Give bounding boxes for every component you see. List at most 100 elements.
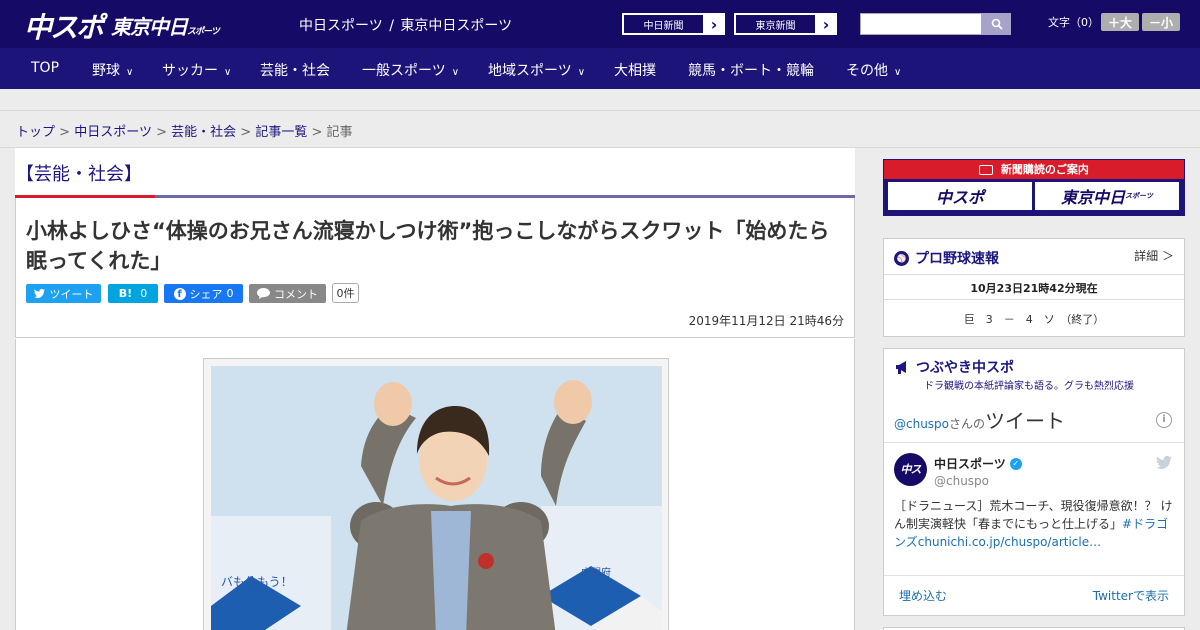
nav-item-label: 野球 <box>92 63 120 79</box>
speech-bubble-icon <box>257 288 270 299</box>
chevron-right-icon: › <box>822 14 830 34</box>
comment-button[interactable]: コメント <box>249 284 326 303</box>
svg-text:バも休もう！: バも休もう！ <box>221 575 293 589</box>
article-body: バも休もう！ 内閣府 内閣府 <box>15 339 855 630</box>
nav-item-label: 大相撲 <box>614 63 656 79</box>
tokyo-shimbun-label: 東京新聞 <box>735 14 816 34</box>
twitter-bird-icon <box>33 289 45 298</box>
tweet-item[interactable]: 中ス 中日スポーツ ✓ @chuspo ［ドラニュース］荒木コーチ、現役復帰意欲… <box>884 443 1184 573</box>
twitter-widget-subtitle: ドラ観戦の本紙評論家も語る。グラも熱烈応援 <box>924 381 1134 392</box>
font-bigger-button[interactable]: ＋大 <box>1101 13 1139 31</box>
tweet-author-handle[interactable]: @chuspo <box>934 474 989 488</box>
view-on-twitter-link[interactable]: Twitterで表示 <box>1093 587 1169 604</box>
hatena-count: 0 <box>140 287 148 300</box>
chunichi-shimbun-label: 中日新聞 <box>623 14 704 34</box>
tweet-label: ツイート <box>49 287 94 301</box>
nav-item-sumo[interactable]: 大相撲 <box>614 60 656 80</box>
subscribe-tokyo-chunichi-button[interactable]: 東京中日 スポーツ <box>1035 182 1179 210</box>
breadcrumb-top[interactable]: トップ <box>16 125 55 140</box>
site-link-separator: / <box>389 18 394 34</box>
hatena-bookmark-button[interactable]: B! 0 <box>108 284 158 303</box>
site-link-chunichi-sports[interactable]: 中日スポーツ <box>299 18 383 34</box>
baseball-widget-header: ⚾ プロ野球速報 <box>894 248 999 268</box>
search-button[interactable] <box>982 13 1011 35</box>
newspaper-icon <box>979 165 994 175</box>
facebook-share-count: 0 <box>226 287 234 300</box>
twitter-widget-header: つぶやき中スポ <box>894 357 1014 377</box>
chunichi-shimbun-button[interactable]: 中日新聞 › <box>622 13 725 35</box>
font-size-label: 文字（0） <box>1048 16 1099 29</box>
twitter-widget-title: つぶやき中スポ <box>916 360 1014 376</box>
tweet-text: ［ドラニュース］荒木コーチ、現役復帰意欲！？ けん制実演軽快「春までにもっと仕上… <box>894 497 1176 551</box>
article-date: 2019年11月12日 21時46分 <box>688 314 844 328</box>
main-nav: TOP 野球 ∨ サッカー ∨ 芸能・社会 一般スポーツ ∨ 地域スポーツ ∨ 大相撲 … <box>0 48 1200 89</box>
svg-text:内閣府: 内閣府 <box>581 566 611 579</box>
breadcrumb-entertainment[interactable]: 芸能・社会 <box>171 125 236 140</box>
subscription-buttons: 中スポ 東京中日 スポーツ <box>884 179 1184 215</box>
embed-link[interactable]: 埋め込む <box>899 587 947 604</box>
twitter-handle-link[interactable]: @chuspo <box>894 417 949 431</box>
article-photo[interactable]: バも休もう！ 内閣府 内閣府 <box>211 366 662 630</box>
main-column: 【芸能・社会】 小林よしひさ“体操のお兄さん流寝かしつけ術”抱っこしながらスクワ… <box>15 148 855 630</box>
baseball-detail-link[interactable]: 詳細 ＞ <box>1134 247 1174 264</box>
article-header: 小林よしひさ“体操のお兄さん流寝かしつけ術”抱っこしながらスクワット「始めたら眠… <box>15 198 855 338</box>
baseball-score-widget: ⚾ プロ野球速報 詳細 ＞ 10月23日21時42分現在 巨 3 － 4 ソ （… <box>883 238 1185 337</box>
subscription-banner[interactable]: 新聞購読のご案内 中スポ 東京中日 スポーツ <box>883 159 1185 216</box>
nav-item-baseball[interactable]: 野球 ∨ <box>92 60 133 80</box>
breadcrumb-article-list[interactable]: 記事一覧 <box>255 125 307 140</box>
font-smaller-button[interactable]: －小 <box>1142 13 1180 31</box>
tokyo-chunichi-logo-text: 東京中日 <box>111 15 188 39</box>
comment-count: 0件 <box>332 283 359 303</box>
category-heading[interactable]: 【芸能・社会】 <box>16 160 142 186</box>
nav-item-entertainment[interactable]: 芸能・社会 <box>260 60 330 80</box>
verified-badge-icon: ✓ <box>1009 457 1022 470</box>
tweet-button[interactable]: ツイート <box>26 284 101 303</box>
breadcrumb-chunichi-sports[interactable]: 中日スポーツ <box>74 125 152 140</box>
nav-item-label: TOP <box>31 60 60 76</box>
nav-item-label: 芸能・社会 <box>260 63 330 79</box>
chevron-down-icon: ∨ <box>451 67 460 78</box>
nav-item-local-sports[interactable]: 地域スポーツ ∨ <box>488 60 585 80</box>
tokyo-chunichi-logo-small: スポーツ <box>187 27 220 37</box>
twitter-bird-icon[interactable] <box>1156 456 1172 469</box>
facebook-icon: f <box>173 287 186 300</box>
hatena-icon: B! <box>118 287 133 300</box>
facebook-share-button[interactable]: f シェア 0 <box>164 284 243 303</box>
divider <box>884 274 1184 275</box>
nav-item-label: 競馬・ボート・競輪 <box>688 63 814 79</box>
subscribe-chuspo-button[interactable]: 中スポ <box>888 182 1032 210</box>
divider <box>884 299 1184 300</box>
tweet-link[interactable]: chunichi.co.jp/chuspo/article… <box>918 535 1101 549</box>
info-icon[interactable]: i <box>1156 412 1172 428</box>
chevron-right-icon: › <box>710 14 718 34</box>
megaphone-icon <box>896 361 906 374</box>
breadcrumb-separator: > <box>240 125 252 140</box>
twitter-timeline-header: @chuspo さんの ツイート <box>894 405 1065 434</box>
nav-item-label: サッカー <box>162 63 218 79</box>
avatar[interactable]: 中ス <box>894 453 927 486</box>
twitter-handle-suffix: さんの <box>949 417 986 431</box>
tweet-author-name: 中日スポーツ <box>934 457 1006 471</box>
nav-item-racing[interactable]: 競馬・ボート・競輪 <box>688 60 814 80</box>
divider <box>884 575 1184 576</box>
baseball-updated-time: 10月23日21時42分現在 <box>970 282 1098 295</box>
chevron-down-icon: ∨ <box>577 67 586 78</box>
site-link-tokyo-chunichi-sports[interactable]: 東京中日スポーツ <box>400 18 512 34</box>
breadcrumb-spacer <box>0 89 1200 111</box>
breadcrumb-separator: > <box>59 125 71 140</box>
chevron-down-icon: ∨ <box>894 67 902 78</box>
chuspo-logo[interactable]: 中スポ <box>24 6 104 46</box>
nav-item-label: その他 <box>846 63 888 79</box>
baseball-score-line[interactable]: 巨 3 － 4 ソ （終了） <box>884 311 1184 327</box>
nav-item-top[interactable]: TOP <box>31 60 59 76</box>
nav-item-general-sports[interactable]: 一般スポーツ ∨ <box>362 60 459 80</box>
tweet-author[interactable]: 中日スポーツ ✓ <box>934 455 1022 472</box>
search-input[interactable] <box>860 13 982 35</box>
tokyo-chunichi-logo[interactable]: 東京中日スポーツ <box>111 11 220 40</box>
breadcrumb: トップ > 中日スポーツ > 芸能・社会 > 記事一覧 > 記事 <box>16 121 353 140</box>
subscribe-tokyo-chunichi-label: 東京中日 <box>1061 188 1126 207</box>
nav-item-soccer[interactable]: サッカー ∨ <box>162 60 231 80</box>
tokyo-shimbun-button[interactable]: 東京新聞 › <box>734 13 837 35</box>
chevron-down-icon: ∨ <box>224 67 232 78</box>
nav-item-other[interactable]: その他 ∨ <box>846 60 901 80</box>
